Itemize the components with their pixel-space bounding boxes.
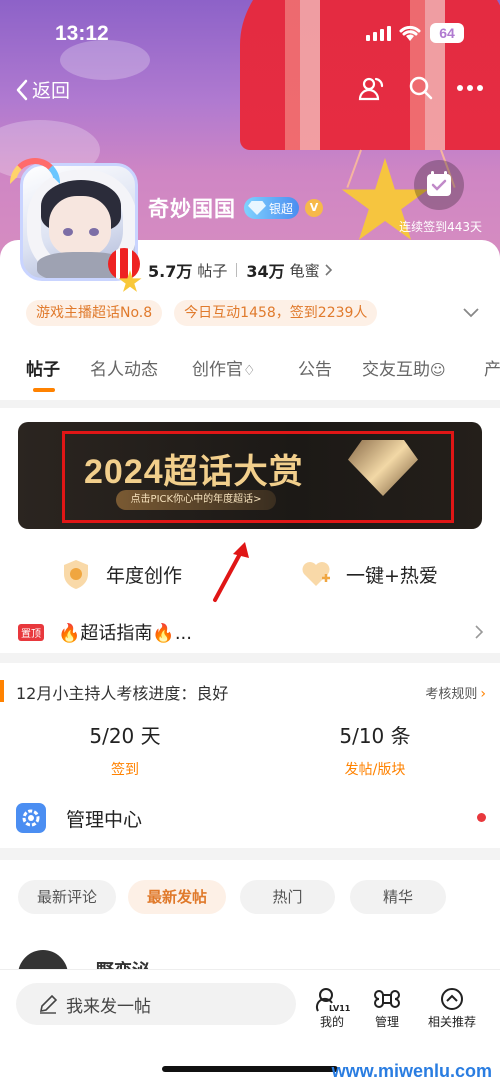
back-label: 返回 — [32, 80, 71, 102]
filter-latest-comments[interactable]: 最新评论 — [18, 880, 116, 914]
tab-friends[interactable]: 交友互助☺ — [362, 355, 446, 380]
checkin-label: 签到 — [111, 762, 139, 778]
calendar-check-icon — [427, 171, 451, 196]
chevron-right-icon — [325, 264, 332, 276]
checkin-metric: 5/20 天 签到 — [55, 720, 195, 779]
tier-badge-label: 银超 — [269, 201, 294, 216]
compose-input[interactable]: 我来发一帖 — [16, 983, 296, 1025]
one-click-love-button[interactable]: 一键+热爱 — [300, 558, 438, 590]
arrow-annotation-icon — [213, 542, 249, 602]
status-time: 13:12 — [55, 22, 109, 45]
home-indicator — [162, 1066, 338, 1072]
filter-featured[interactable]: 精华 — [350, 880, 446, 914]
post-progress: 5/10 条 — [339, 724, 411, 748]
smile-icon: ☺ — [430, 361, 446, 379]
assessment-title: 12月小主持人考核进度：良好 — [16, 684, 229, 703]
nav-mine-label: 我的 — [319, 1015, 344, 1029]
fans-label: 龟蜜 — [289, 261, 320, 280]
award-banner[interactable]: 2024超话大赏 点击PICK你心中的年度超话> — [18, 422, 482, 529]
tab-creator[interactable]: 创作官♢ — [192, 355, 256, 380]
shield-badge-icon — [64, 560, 88, 589]
more-icon[interactable] — [456, 84, 484, 92]
gear-icon — [16, 803, 46, 833]
rank-tag[interactable]: 游戏主播超话No.8 — [26, 300, 163, 326]
annual-creation-label: 年度创作 — [106, 564, 183, 587]
diamond-icon — [248, 201, 266, 215]
topic-name: 奇妙国国 — [148, 197, 236, 221]
pinned-post[interactable]: 置顶 🔥超话指南🔥... — [18, 618, 484, 646]
posts-label: 帖子 — [197, 261, 228, 280]
community-icon[interactable] — [358, 74, 386, 102]
pinned-badge: 置顶 — [18, 623, 44, 641]
nav-related-label: 相关推荐 — [427, 1015, 476, 1029]
section-accent-bar — [0, 680, 4, 702]
signal-icon — [366, 26, 391, 41]
command-icon — [374, 990, 400, 1008]
post-metric: 5/10 条 发帖/版块 — [305, 720, 445, 779]
checkin-streak: 连续签到443天 — [399, 220, 482, 234]
watermark: www.miwenlu.com — [331, 1061, 492, 1081]
stats-row[interactable]: 5.7万 帖子 34万 龟蜜 — [148, 258, 333, 282]
fans-count: 34万 — [246, 262, 285, 281]
chevron-up-circle-icon — [441, 988, 463, 1010]
nav-mine[interactable]: LV11 我的 — [302, 985, 362, 1030]
activity-tag[interactable]: 今日互动1458，签到2239人 — [174, 300, 378, 326]
pencil-icon — [39, 994, 58, 1014]
assessment-rules-link[interactable]: 考核规则 › — [425, 683, 486, 702]
heart-plus-icon — [302, 562, 330, 586]
pinned-post-title: 🔥超话指南🔥... — [58, 623, 192, 644]
highlight-box — [62, 431, 454, 523]
level-badge-icon: LV11 — [315, 988, 351, 1013]
tab-overflow[interactable]: 产 — [484, 355, 500, 380]
back-button[interactable]: 返回 — [14, 76, 70, 103]
management-center-button[interactable]: 管理中心 — [16, 800, 486, 836]
tab-bar: 帖子 名人动态 创作官♢ 公告 交友互助☺ 产 — [0, 355, 500, 395]
nav-manage[interactable]: 管理 — [357, 985, 417, 1030]
tab-active-indicator — [33, 388, 55, 392]
chevron-down-icon[interactable] — [462, 306, 480, 318]
checkin-button[interactable] — [414, 160, 464, 210]
search-icon[interactable] — [408, 75, 434, 101]
chevron-left-icon — [16, 79, 28, 100]
chevron-right-icon: › — [480, 686, 486, 702]
status-bar: 13:12 64 — [0, 20, 500, 50]
battery-indicator: 64 — [430, 23, 464, 43]
tab-announcement[interactable]: 公告 — [298, 355, 332, 380]
chevron-right-icon — [475, 625, 484, 639]
annual-creation-button[interactable]: 年度创作 — [60, 558, 182, 590]
post-label: 发帖/版块 — [344, 762, 406, 778]
creator-icon: ♢ — [243, 363, 256, 379]
posts-count: 5.7万 — [148, 262, 193, 281]
checkin-progress: 5/20 天 — [89, 724, 161, 748]
filter-latest-posts[interactable]: 最新发帖 — [128, 880, 226, 914]
management-label: 管理中心 — [66, 808, 143, 831]
tab-posts[interactable]: 帖子 — [26, 355, 60, 380]
filter-hot[interactable]: 热门 — [240, 880, 335, 914]
one-click-love-label: 一键+热爱 — [346, 564, 438, 587]
tier-badge[interactable]: 银超 — [244, 197, 300, 219]
compose-placeholder: 我来发一帖 — [66, 996, 151, 1017]
rules-label: 考核规则 — [425, 687, 478, 702]
nav-manage-label: 管理 — [374, 1015, 399, 1029]
tab-celebrity[interactable]: 名人动态 — [90, 355, 158, 380]
notification-dot — [477, 813, 486, 822]
balloon-decoration — [108, 248, 140, 280]
svg-text:LV11: LV11 — [329, 1004, 351, 1013]
nav-related[interactable]: 相关推荐 — [422, 985, 482, 1030]
wifi-icon — [399, 25, 421, 41]
verified-badge-icon: V — [305, 199, 324, 217]
